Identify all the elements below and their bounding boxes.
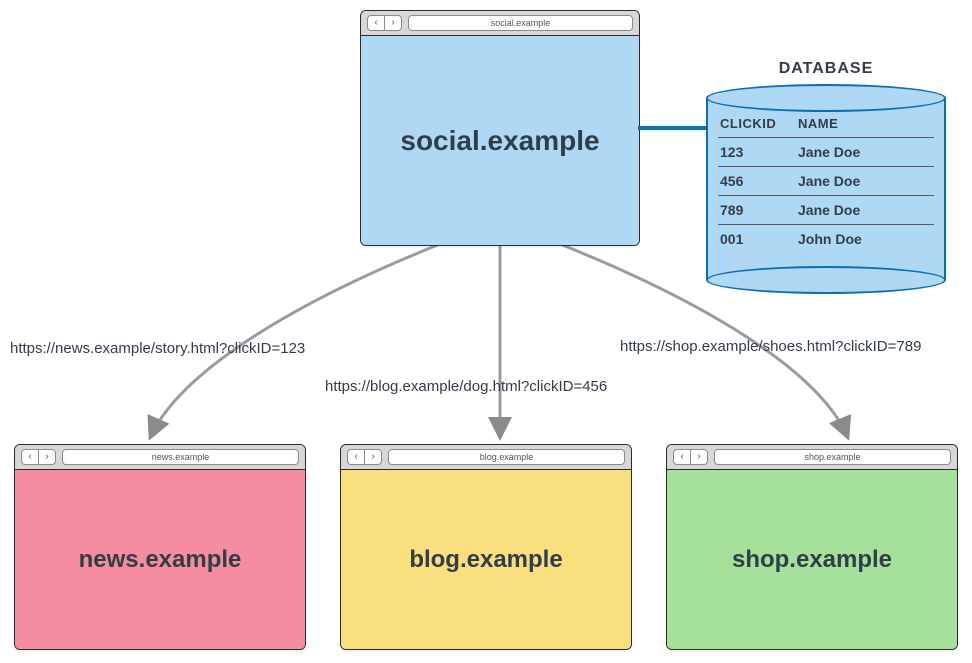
url-label-shop: https://shop.example/shoes.html?clickID=… bbox=[620, 338, 921, 355]
back-icon[interactable]: ‹ bbox=[368, 16, 385, 30]
address-bar[interactable]: social.example bbox=[408, 15, 633, 31]
database-cylinder-icon: CLICKID NAME 123 Jane Doe 456 Jane Doe 7… bbox=[706, 84, 946, 294]
forward-icon[interactable]: › bbox=[39, 450, 55, 464]
nav-buttons[interactable]: ‹ › bbox=[21, 449, 56, 465]
page-title: news.example bbox=[15, 470, 305, 649]
nav-buttons[interactable]: ‹ › bbox=[367, 15, 402, 31]
table-row: 123 Jane Doe bbox=[718, 138, 934, 167]
page-title: shop.example bbox=[667, 470, 957, 649]
forward-icon[interactable]: › bbox=[365, 450, 381, 464]
back-icon[interactable]: ‹ bbox=[348, 450, 365, 464]
browser-social: ‹ › social.example social.example bbox=[360, 10, 640, 246]
col-clickid: CLICKID bbox=[720, 116, 790, 131]
browser-news: ‹ › news.example news.example bbox=[14, 444, 306, 650]
url-label-news: https://news.example/story.html?clickID=… bbox=[10, 340, 305, 357]
col-name: NAME bbox=[798, 116, 932, 131]
nav-buttons[interactable]: ‹ › bbox=[673, 449, 708, 465]
back-icon[interactable]: ‹ bbox=[22, 450, 39, 464]
table-row: 001 John Doe bbox=[718, 225, 934, 253]
page-title: blog.example bbox=[341, 470, 631, 649]
titlebar: ‹ › blog.example bbox=[341, 445, 631, 470]
cell-clickid: 123 bbox=[720, 144, 790, 160]
cell-name: Jane Doe bbox=[798, 173, 932, 189]
browser-shop: ‹ › shop.example shop.example bbox=[666, 444, 958, 650]
forward-icon[interactable]: › bbox=[691, 450, 707, 464]
database-table: CLICKID NAME 123 Jane Doe 456 Jane Doe 7… bbox=[718, 110, 934, 253]
back-icon[interactable]: ‹ bbox=[674, 450, 691, 464]
db-connector-line bbox=[638, 126, 708, 130]
table-header: CLICKID NAME bbox=[718, 110, 934, 138]
table-row: 456 Jane Doe bbox=[718, 167, 934, 196]
titlebar: ‹ › shop.example bbox=[667, 445, 957, 470]
address-bar[interactable]: blog.example bbox=[388, 449, 625, 465]
titlebar: ‹ › news.example bbox=[15, 445, 305, 470]
address-bar[interactable]: news.example bbox=[62, 449, 299, 465]
forward-icon[interactable]: › bbox=[385, 16, 401, 30]
url-label-blog: https://blog.example/dog.html?clickID=45… bbox=[325, 378, 607, 395]
cell-name: John Doe bbox=[798, 231, 932, 247]
table-row: 789 Jane Doe bbox=[718, 196, 934, 225]
database: DATABASE CLICKID NAME 123 Jane Doe 456 J… bbox=[706, 60, 946, 294]
titlebar: ‹ › social.example bbox=[361, 11, 639, 36]
address-bar[interactable]: shop.example bbox=[714, 449, 951, 465]
page-title: social.example bbox=[361, 36, 639, 245]
cell-clickid: 001 bbox=[720, 231, 790, 247]
database-label: DATABASE bbox=[706, 60, 946, 78]
cell-clickid: 789 bbox=[720, 202, 790, 218]
cell-name: Jane Doe bbox=[798, 202, 932, 218]
cell-clickid: 456 bbox=[720, 173, 790, 189]
nav-buttons[interactable]: ‹ › bbox=[347, 449, 382, 465]
cell-name: Jane Doe bbox=[798, 144, 932, 160]
browser-blog: ‹ › blog.example blog.example bbox=[340, 444, 632, 650]
